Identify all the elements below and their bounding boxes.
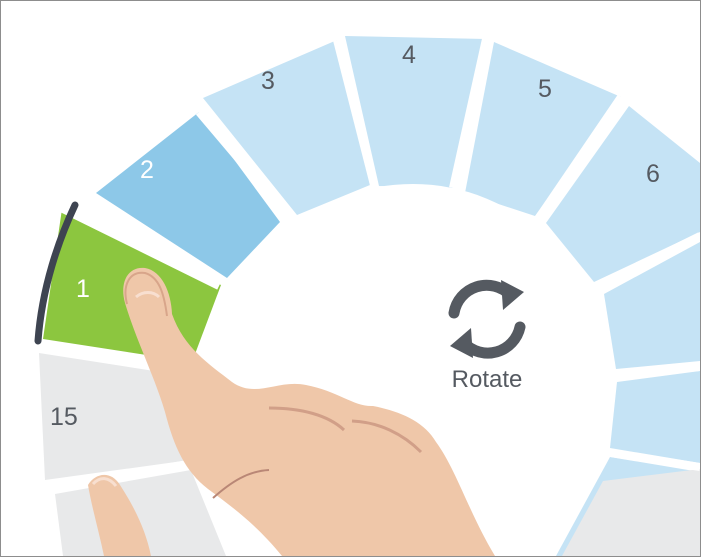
segment-label-5: 5 (538, 75, 552, 103)
dial-svg: 1 2 3 4 5 6 15 Rotate (34, 36, 700, 556)
segment-label-1: 1 (76, 275, 90, 303)
segment-label-3: 3 (261, 67, 275, 95)
segment-label-2: 2 (140, 156, 154, 184)
segment-label-4: 4 (402, 41, 416, 69)
rotate-label: Rotate (452, 366, 523, 393)
segment-label-6: 6 (646, 160, 660, 188)
segment-label-15: 15 (50, 403, 78, 431)
wheel-screen: 1 2 3 4 5 6 15 Rotate (0, 0, 701, 557)
dial-segment-8[interactable] (610, 371, 700, 463)
